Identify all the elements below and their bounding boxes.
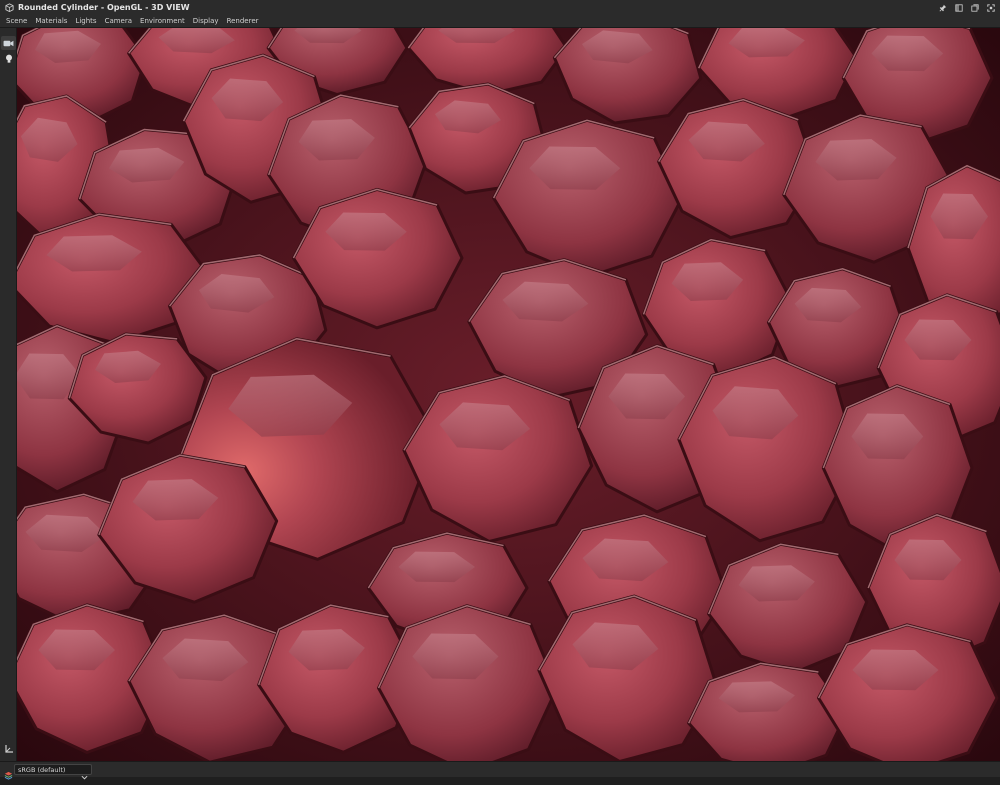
chevron-down-icon [81,766,88,780]
crystal-stone [817,623,999,761]
menu-display[interactable]: Display [189,15,223,28]
layers-icon[interactable] [4,765,13,780]
crystal-stone [377,604,559,761]
status-bar: sRGB (default) [0,761,1000,780]
window-title: Rounded Cylinder - OpenGL - 3D VIEW [18,3,190,12]
3d-viewport[interactable] [17,28,1000,761]
pin-icon[interactable] [937,2,948,13]
menu-renderer[interactable]: Renderer [223,15,263,28]
menu-materials[interactable]: Materials [31,15,71,28]
menu-camera[interactable]: Camera [101,15,136,28]
app-cube-icon [4,3,14,13]
light-bulb-icon[interactable] [1,52,16,66]
maximize-panel-icon[interactable] [953,2,964,13]
color-space-label: sRGB (default) [18,765,66,774]
menu-scene[interactable]: Scene [0,15,31,28]
axis-gizmo-icon[interactable] [1,742,16,756]
viewport-render [17,28,1000,761]
viewport-toolstrip [0,28,17,761]
fullscreen-icon[interactable] [985,2,996,13]
menu-lights[interactable]: Lights [71,15,100,28]
title-bar: Rounded Cylinder - OpenGL - 3D VIEW [0,0,1000,15]
color-space-dropdown[interactable]: sRGB (default) [14,764,92,780]
menu-environment[interactable]: Environment [136,15,189,28]
menu-bar: Scene Materials Lights Camera Environmen… [0,15,1000,28]
camera-icon[interactable] [1,36,16,50]
float-window-icon[interactable] [969,2,980,13]
